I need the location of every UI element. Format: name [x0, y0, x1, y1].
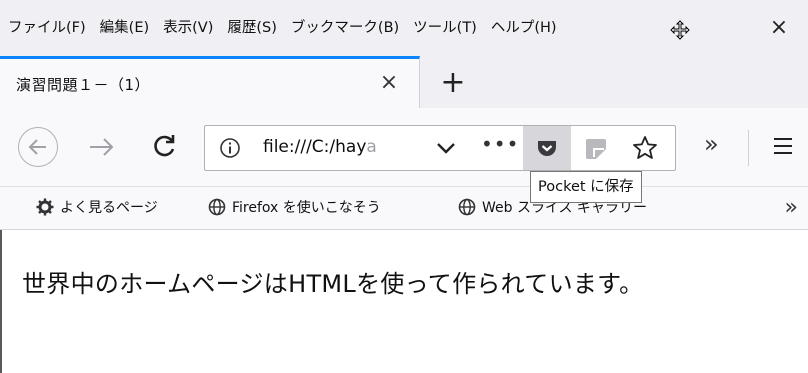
url-value-faded: a — [366, 137, 377, 157]
pocket-icon — [538, 141, 556, 156]
gear-icon — [36, 198, 54, 216]
pocket-tooltip: Pocket に保存 — [530, 171, 642, 203]
info-icon[interactable] — [219, 137, 241, 159]
pocket-button[interactable] — [523, 126, 571, 170]
url-text[interactable]: file:///C:/haya — [263, 137, 413, 157]
back-arrow-icon — [28, 139, 46, 155]
menu-history[interactable]: 履歴(S) — [220, 0, 284, 56]
forward-arrow-icon[interactable] — [86, 134, 116, 160]
tab-close-button[interactable]: × — [377, 70, 401, 95]
page-body-text: 世界中のホームページはHTMLを使って作られています。 — [22, 270, 644, 298]
bookmark-label: Firefox を使いこなそう — [232, 200, 381, 216]
menu-help[interactable]: ヘルプ(H) — [484, 0, 564, 56]
move-cursor-icon — [670, 20, 690, 40]
star-icon[interactable] — [631, 134, 659, 162]
globe-icon — [458, 198, 476, 216]
chevron-down-icon[interactable] — [435, 139, 457, 157]
bookmark-most-visited[interactable]: よく見るページ — [36, 197, 158, 217]
hamburger-icon[interactable] — [772, 136, 794, 156]
page-content: 世界中のホームページはHTMLを使って作られています。 — [0, 230, 808, 373]
window-close-button[interactable]: × — [762, 10, 796, 44]
menu-tools[interactable]: ツール(T) — [406, 0, 484, 56]
menu-file[interactable]: ファイル(F) — [0, 0, 93, 56]
page-actions-more-button[interactable]: ••• — [481, 132, 519, 156]
toolbar-divider — [748, 130, 749, 166]
back-button[interactable] — [18, 127, 58, 167]
page-action-icon[interactable] — [583, 136, 609, 162]
menu-view[interactable]: 表示(V) — [156, 0, 220, 56]
menu-edit[interactable]: 編集(E) — [93, 0, 156, 56]
bookmark-firefox-tips[interactable]: Firefox を使いこなそう — [208, 197, 381, 217]
reload-icon[interactable] — [150, 132, 178, 160]
bookmark-label: よく見るページ — [60, 200, 158, 216]
nav-toolbar: file:///C:/haya ••• » — [0, 108, 808, 187]
bookmarks-overflow-button[interactable]: » — [785, 195, 798, 220]
bookmarks-bar: よく見るページ Firefox を使いこなそう Web スライス ギャラリー » — [0, 187, 808, 230]
menu-bookmarks[interactable]: ブックマーク(B) — [284, 0, 406, 56]
new-tab-button[interactable]: + — [432, 62, 474, 102]
tab-active[interactable]: 演習問題１－（1） × — [0, 56, 420, 108]
url-value: file:///C:/hay — [263, 137, 367, 157]
url-bar[interactable]: file:///C:/haya ••• — [204, 125, 676, 171]
menu-bar: ファイル(F) 編集(E) 表示(V) 履歴(S) ブックマーク(B) ツール(… — [0, 0, 808, 56]
tab-strip: 演習問題１－（1） × + — [0, 56, 808, 108]
tab-title: 演習問題１－（1） — [16, 76, 151, 94]
toolbar-overflow-button[interactable]: » — [704, 130, 719, 158]
globe-icon — [208, 198, 226, 216]
